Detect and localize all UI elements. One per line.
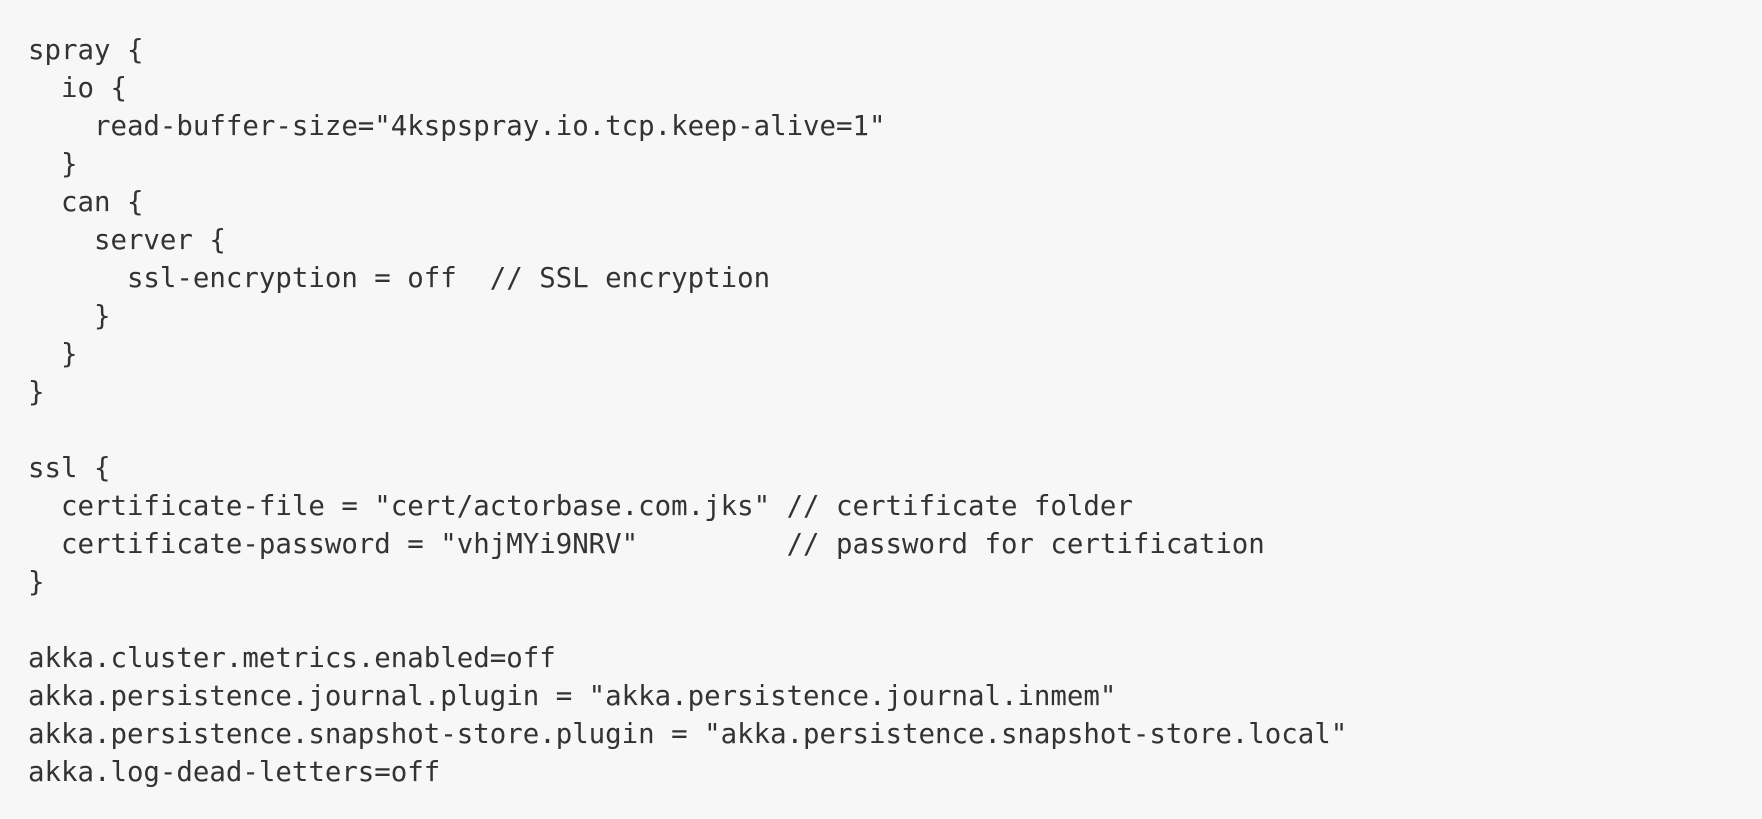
code-line: }: [28, 567, 45, 598]
code-line: }: [28, 301, 111, 332]
code-line: certificate-file = "cert/actorbase.com.j…: [28, 491, 1133, 522]
code-line: certificate-password = "vhjMYi9NRV" // p…: [28, 529, 1265, 560]
code-line: }: [28, 149, 78, 180]
code-line: akka.persistence.snapshot-store.plugin =…: [28, 719, 1348, 750]
code-line: ssl-encryption = off // SSL encryption: [28, 263, 771, 294]
code-line: ssl {: [28, 453, 111, 484]
code-line: akka.log-dead-letters=off: [28, 757, 441, 788]
code-line: server {: [28, 225, 226, 256]
code-line: io {: [28, 73, 127, 104]
code-line: can {: [28, 187, 144, 218]
code-line: }: [28, 339, 78, 370]
code-line: }: [28, 377, 45, 408]
code-line: spray {: [28, 35, 144, 66]
code-line: akka.cluster.metrics.enabled=off: [28, 643, 556, 674]
code-block: spray { io { read-buffer-size="4kspspray…: [0, 13, 1762, 819]
code-line: read-buffer-size="4kspspray.io.tcp.keep-…: [28, 111, 886, 142]
code-line: akka.persistence.journal.plugin = "akka.…: [28, 681, 1117, 712]
